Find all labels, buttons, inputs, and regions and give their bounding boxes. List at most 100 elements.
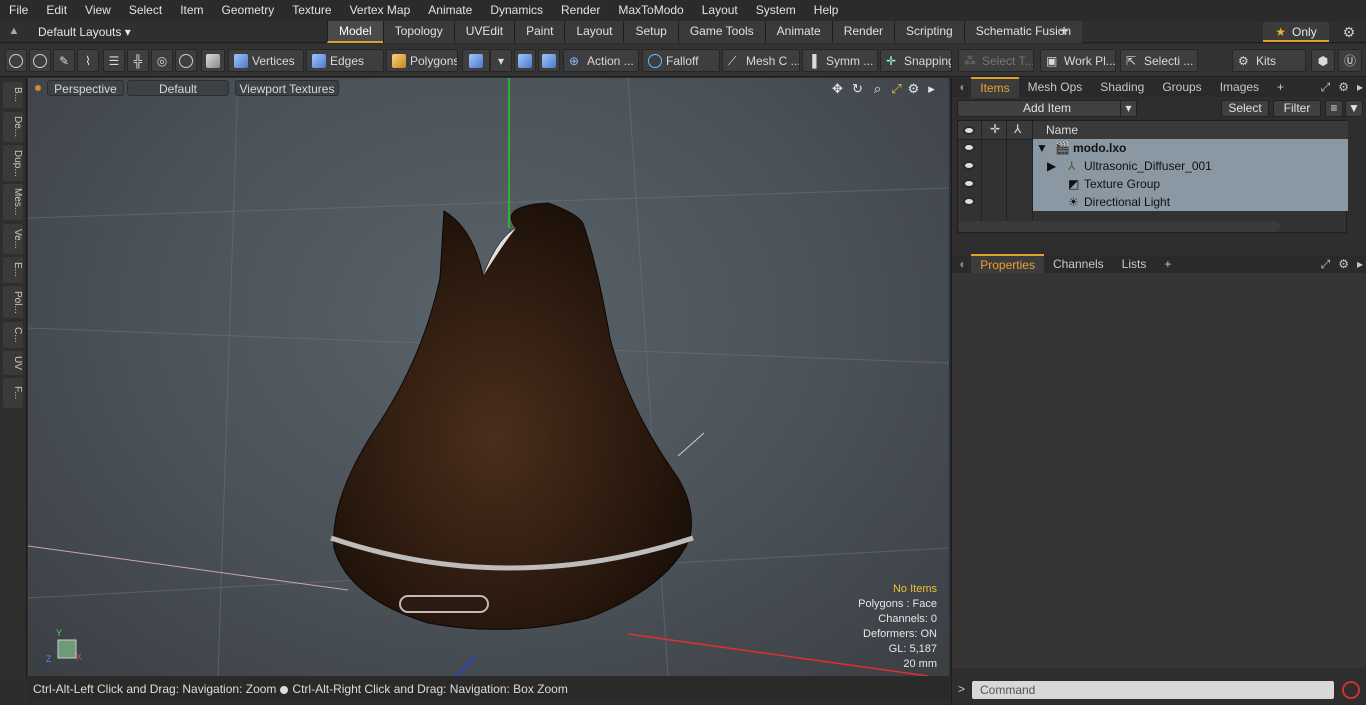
tab-channels[interactable]: Channels — [1044, 255, 1113, 274]
menu-file[interactable]: File — [0, 0, 37, 21]
only-button[interactable]: ★ Only — [1263, 22, 1329, 42]
horizontal-scrollbar[interactable] — [958, 221, 1280, 232]
pen-button[interactable]: ✎ — [53, 49, 75, 72]
select-circle-button[interactable] — [5, 49, 27, 72]
unity-button[interactable]: ⬢ — [1311, 49, 1335, 72]
kits-button[interactable]: ⚙ Kits — [1232, 49, 1306, 72]
expand-panel-icon[interactable]: ⤢ — [1317, 78, 1335, 97]
shading-default-button[interactable]: Default — [127, 80, 229, 96]
select-button[interactable]: Select — [1221, 100, 1269, 117]
layout-collapse-icon[interactable]: ▲ — [6, 25, 22, 39]
center-button[interactable]: ◎ — [151, 49, 173, 72]
polygons-button[interactable]: Polygons — [386, 49, 458, 72]
menu-select[interactable]: Select — [120, 0, 171, 21]
move-view-icon[interactable]: ✥ — [830, 81, 845, 96]
eye-icon[interactable] — [963, 161, 975, 170]
work-plane-button[interactable]: ▣ Work Pl... — [1040, 49, 1116, 72]
panel-gear-icon[interactable]: ⚙ — [1334, 255, 1353, 274]
panel-menu-icon[interactable]: ◖ — [952, 255, 971, 274]
left-tab-polygon[interactable]: Pol... — [3, 286, 23, 318]
tab-lists[interactable]: Lists — [1113, 255, 1156, 274]
clock-button[interactable] — [175, 49, 197, 72]
left-tab-duplicate[interactable]: Dup... — [3, 145, 23, 181]
tab-uvedit[interactable]: UVEdit — [453, 21, 515, 43]
add-tab-icon[interactable]: + — [1056, 23, 1072, 41]
globe-button[interactable] — [29, 49, 51, 72]
eye-icon[interactable] — [963, 179, 975, 188]
viewport-settings-icon[interactable]: ⚙ — [906, 81, 921, 96]
command-history-icon[interactable] — [1342, 681, 1360, 699]
zoom-view-icon[interactable]: ⌕ — [870, 81, 885, 96]
tab-scripting[interactable]: Scripting — [894, 21, 964, 43]
brush-button[interactable]: ⌇ — [77, 49, 99, 72]
unreal-button[interactable]: Ⓤ — [1338, 49, 1362, 72]
default-layouts-dropdown[interactable]: Default Layouts ▾ — [32, 23, 137, 41]
menu-render[interactable]: Render — [552, 0, 609, 21]
left-tab-deform[interactable]: De... — [3, 112, 23, 142]
menu-animate[interactable]: Animate — [419, 0, 481, 21]
menu-item[interactable]: Item — [171, 0, 212, 21]
menu-help[interactable]: Help — [805, 0, 848, 21]
menu-view[interactable]: View — [76, 0, 120, 21]
expand-icon[interactable]: ▶ — [1047, 157, 1056, 175]
menu-dynamics[interactable]: Dynamics — [481, 0, 552, 21]
rotate-view-icon[interactable]: ↻ — [850, 81, 865, 96]
tab-images[interactable]: Images — [1211, 78, 1268, 97]
panel-menu-icon[interactable]: ◖ — [952, 78, 971, 97]
tab-properties[interactable]: Properties — [971, 254, 1044, 275]
viewport-textures-button[interactable]: Viewport Textures — [235, 80, 339, 96]
tab-game-tools[interactable]: Game Tools — [677, 21, 765, 43]
menu-system[interactable]: System — [747, 0, 805, 21]
snap-grid-button[interactable]: ╬ — [127, 49, 149, 72]
add-panel-tab-icon[interactable]: + — [1268, 78, 1293, 97]
list-item[interactable]: ▼ 🎬 modo.lxo — [958, 139, 1348, 157]
menu-edit[interactable]: Edit — [37, 0, 76, 21]
eye-icon[interactable] — [963, 143, 975, 152]
list-item[interactable]: ☀ Directional Light — [958, 193, 1348, 211]
menu-texture[interactable]: Texture — [283, 0, 340, 21]
tab-setup[interactable]: Setup — [623, 21, 678, 43]
tab-model[interactable]: Model — [327, 21, 383, 43]
menu-vertex-map[interactable]: Vertex Map — [341, 0, 420, 21]
menu-layout[interactable]: Layout — [693, 0, 747, 21]
funnel-icon[interactable]: ▼ — [1345, 100, 1363, 117]
viewport-status-dot[interactable] — [35, 85, 41, 91]
add-panel-tab-icon[interactable]: + — [1155, 255, 1180, 274]
collapse-icon[interactable]: ▼ — [1036, 139, 1048, 157]
add-item-dropdown-icon[interactable]: ▾ — [1120, 100, 1137, 117]
tab-shading[interactable]: Shading — [1091, 78, 1153, 97]
3d-viewport[interactable]: Y Z X Perspective Default Viewport Textu… — [28, 78, 949, 676]
panel-gear-icon[interactable]: ⚙ — [1334, 78, 1353, 97]
panel-arrow-icon[interactable]: ▸ — [1353, 78, 1366, 97]
expand-panel-icon[interactable]: ⤢ — [1317, 255, 1335, 274]
symmetry-button[interactable]: ▐ Symm ... — [802, 49, 878, 72]
list-item[interactable]: ◩ Texture Group — [958, 175, 1348, 193]
tab-paint[interactable]: Paint — [514, 21, 565, 43]
snapping-button[interactable]: ✛ Snapping — [880, 49, 952, 72]
command-input[interactable]: Command — [972, 681, 1334, 699]
menu-geometry[interactable]: Geometry — [213, 0, 284, 21]
panel-arrow-icon[interactable]: ▸ — [1353, 255, 1366, 274]
tab-items[interactable]: Items — [971, 77, 1019, 98]
action-center-b-button[interactable] — [538, 49, 560, 72]
left-tab-curve[interactable]: C... — [3, 322, 23, 348]
left-tab-edge[interactable]: E... — [3, 257, 23, 283]
select-through-button[interactable]: ⁂ Select T... — [958, 49, 1034, 72]
tab-mesh-ops[interactable]: Mesh Ops — [1019, 78, 1092, 97]
list-options-icon[interactable]: ≡ — [1325, 100, 1343, 117]
align-button[interactable]: ☰ — [103, 49, 125, 72]
maximize-view-icon[interactable]: ⤢ — [889, 81, 904, 96]
edges-button[interactable]: Edges — [306, 49, 384, 72]
left-tab-vertex[interactable]: Ve... — [3, 224, 23, 254]
add-item-button[interactable]: Add Item — [957, 100, 1137, 117]
viewport-menu-icon[interactable]: ▸ — [924, 81, 939, 96]
selection-sets-button[interactable]: ⇱ Selecti ... — [1120, 49, 1198, 72]
menu-maxtomodo[interactable]: MaxToModo — [609, 0, 692, 21]
left-tab-fusion[interactable]: F... — [3, 378, 23, 408]
vertices-button[interactable]: Vertices — [228, 49, 304, 72]
tab-render[interactable]: Render — [831, 21, 895, 43]
gear-icon[interactable]: ⚙ — [1340, 23, 1358, 41]
perspective-button[interactable]: Perspective — [47, 80, 124, 96]
material-mode-button[interactable] — [462, 49, 490, 72]
eye-icon[interactable] — [963, 197, 975, 206]
